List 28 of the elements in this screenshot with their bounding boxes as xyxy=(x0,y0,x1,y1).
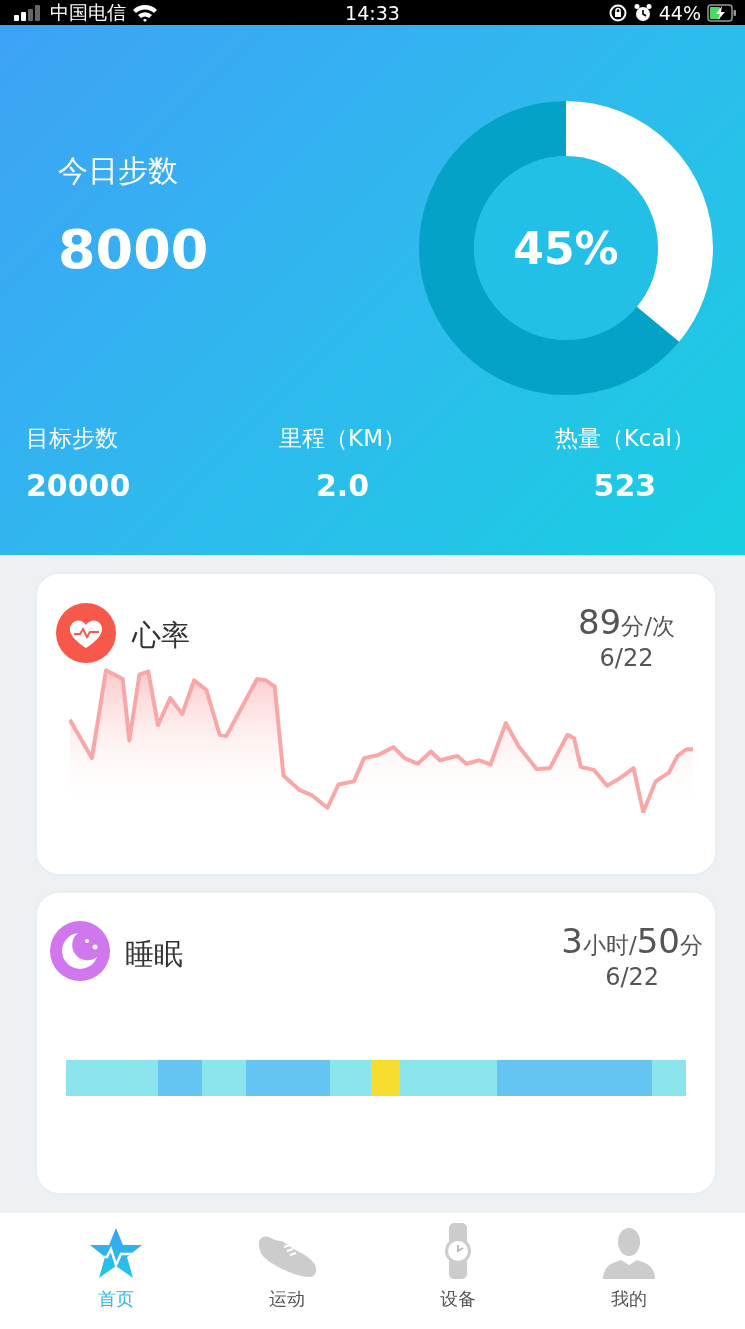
card-title: 睡眠 xyxy=(125,936,183,973)
nav-tab[interactable]: 设备 xyxy=(403,1213,514,1329)
reading-date: 6/22 xyxy=(605,963,660,991)
stat-label: 里程（KM） xyxy=(279,424,407,453)
person-icon xyxy=(601,1225,658,1279)
stat-value: 20000 xyxy=(26,468,131,503)
steps-title: 今日步数 xyxy=(58,152,179,190)
battery-percent: 44% xyxy=(658,1,701,24)
stat-value: 523 xyxy=(593,468,657,503)
reading-date: 6/22 xyxy=(599,644,654,672)
wifi-icon xyxy=(132,3,158,22)
stat-label: 热量（Kcal） xyxy=(554,424,695,453)
star-pulse-icon xyxy=(88,1227,143,1279)
nav-tab[interactable]: 我的 xyxy=(574,1213,685,1329)
reading-value: 3小时/50分 xyxy=(561,921,703,961)
watch-icon xyxy=(443,1223,474,1279)
nav-tab[interactable]: 运动 xyxy=(231,1213,342,1329)
battery-icon xyxy=(707,3,737,22)
reading-value: 89分/次 xyxy=(578,602,675,642)
stat-value: 2.0 xyxy=(316,468,370,503)
stat-label: 目标步数 xyxy=(26,424,118,453)
clock-time: 14:33 xyxy=(345,1,400,24)
moon-icon xyxy=(50,921,110,981)
progress-percent: 45% xyxy=(513,222,619,274)
card-title: 心率 xyxy=(132,617,190,654)
steps-count: 8000 xyxy=(58,218,209,281)
carrier-name: 中国电信 xyxy=(50,0,126,25)
rotation-lock-icon xyxy=(608,3,627,22)
